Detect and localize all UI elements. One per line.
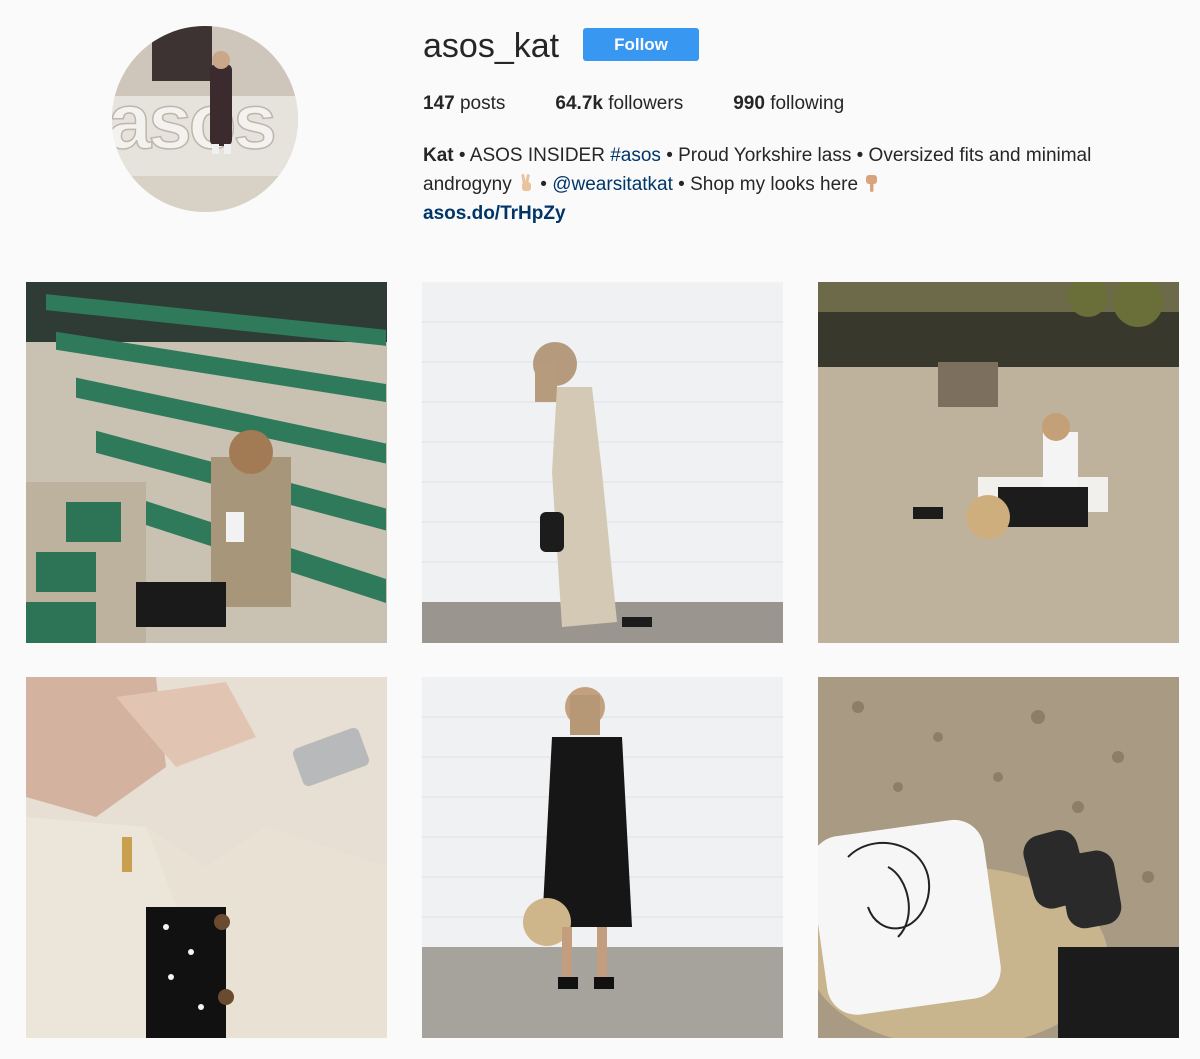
- bio-name: Kat: [423, 145, 454, 166]
- post-thumbnail[interactable]: [26, 282, 387, 643]
- following-stat[interactable]: 990 following: [733, 92, 844, 116]
- post-image-bag-sandals: [818, 677, 1179, 1038]
- profile-username: asos_kat: [423, 27, 560, 65]
- bio-text-1: • ASOS INSIDER: [453, 145, 611, 166]
- avatar-photo: asos: [112, 26, 298, 212]
- following-count: 990: [733, 93, 765, 114]
- profile-bio: Kat • ASOS INSIDER #asos • Proud Yorkshi…: [423, 141, 1163, 228]
- posts-label: posts: [459, 93, 506, 114]
- post-image-jumpsuit: [422, 282, 783, 643]
- bio-text-3: •: [535, 174, 553, 195]
- followers-stat[interactable]: 64.7k followers: [555, 92, 683, 116]
- post-thumbnail[interactable]: [818, 677, 1179, 1038]
- pointing-down-hand-icon: [866, 175, 878, 192]
- profile-stats: 147 posts 64.7k followers 990 following: [423, 92, 894, 116]
- profile-page: asos asos_kat Follow 147 posts 64.7k fol…: [0, 0, 1200, 1059]
- profile-avatar[interactable]: asos: [112, 26, 298, 212]
- followers-label: followers: [608, 93, 684, 114]
- post-thumbnail[interactable]: [422, 677, 783, 1038]
- following-label: following: [770, 93, 845, 114]
- bio-text-4: • Shop my looks here: [672, 174, 864, 195]
- post-image-black-dress: [422, 677, 783, 1038]
- posts-count: 147: [423, 93, 455, 114]
- follow-button[interactable]: Follow: [583, 28, 699, 61]
- followers-count: 64.7k: [555, 93, 603, 114]
- posts-stat: 147 posts: [423, 92, 505, 116]
- bio-website-link[interactable]: asos.do/TrHpZy: [423, 199, 1163, 228]
- bio-mention-link[interactable]: @wearsitatkat: [552, 174, 673, 195]
- victory-hand-icon: [521, 173, 532, 191]
- post-image-river-beach: [818, 282, 1179, 643]
- post-thumbnail[interactable]: [26, 677, 387, 1038]
- avatar-sign-text: asos: [112, 77, 274, 165]
- bio-hashtag-link[interactable]: #asos: [610, 145, 661, 166]
- post-image-stadium: [26, 282, 387, 643]
- posts-grid: [26, 282, 1179, 1038]
- post-image-jewellery: [26, 677, 387, 1038]
- post-thumbnail[interactable]: [422, 282, 783, 643]
- post-thumbnail[interactable]: [818, 282, 1179, 643]
